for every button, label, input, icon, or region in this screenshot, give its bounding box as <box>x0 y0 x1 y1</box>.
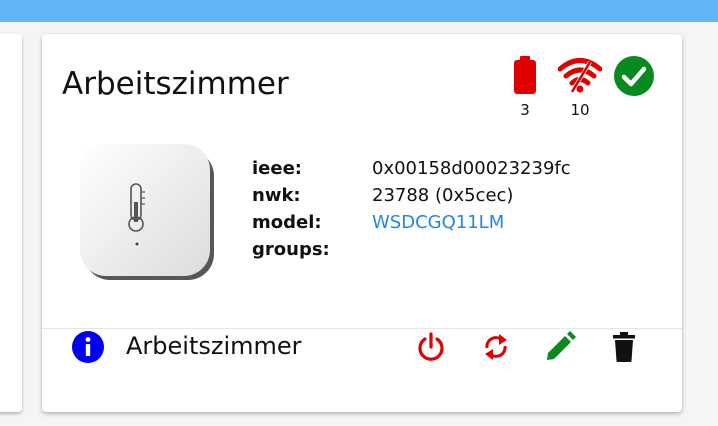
link-quality-status: 10 <box>557 56 603 119</box>
previous-device-card <box>0 34 22 412</box>
prop-key: groups: <box>252 239 330 260</box>
device-card: Arbeitszimmer 3 10 ieee: 0x00158d0002323… <box>42 34 682 412</box>
battery-icon <box>514 56 536 94</box>
info-icon[interactable] <box>72 331 104 363</box>
footer-device-name: Arbeitszimmer <box>126 332 302 360</box>
prop-value: 23788 (0x5cec) <box>372 185 514 206</box>
prop-groups: groups: <box>252 236 571 263</box>
prop-nwk: nwk: 23788 (0x5cec) <box>252 182 571 209</box>
power-icon[interactable] <box>415 331 447 363</box>
model-link[interactable]: WSDCGQ11LM <box>372 209 504 236</box>
wifi-icon <box>557 58 603 94</box>
prop-ieee: ieee: 0x00158d00023239fc <box>252 155 571 182</box>
prop-key: ieee: <box>252 158 302 179</box>
link-quality-value: 10 <box>570 101 590 119</box>
device-properties: ieee: 0x00158d00023239fc nwk: 23788 (0x5… <box>252 155 571 263</box>
device-image <box>80 144 214 280</box>
prop-model: model: WSDCGQ11LM <box>252 209 571 236</box>
check-circle-icon <box>614 56 654 96</box>
prop-value: 0x00158d00023239fc <box>372 158 571 179</box>
top-app-bar <box>0 0 718 22</box>
prop-key: model: <box>252 212 322 233</box>
trash-icon[interactable] <box>610 331 638 363</box>
device-title: Arbeitszimmer <box>62 66 289 102</box>
refresh-icon[interactable] <box>480 331 512 363</box>
card-divider <box>42 328 682 329</box>
pencil-icon[interactable] <box>544 331 576 363</box>
prop-key: nwk: <box>252 185 301 206</box>
battery-status: 3 <box>503 56 547 119</box>
battery-value: 3 <box>520 101 530 119</box>
